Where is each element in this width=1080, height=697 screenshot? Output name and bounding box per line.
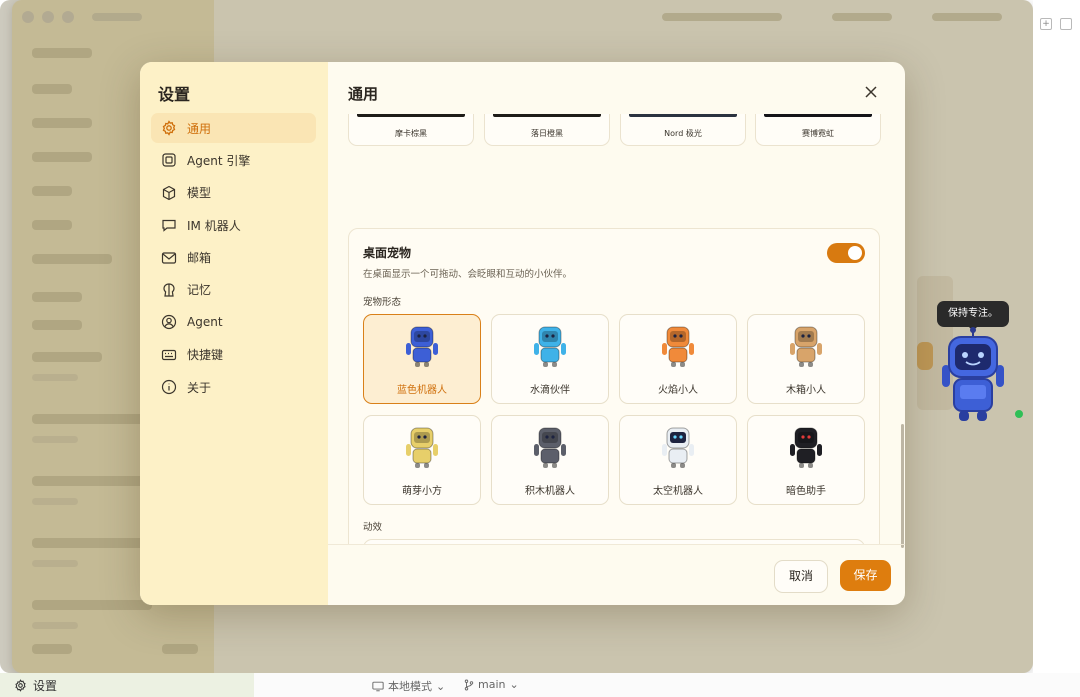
- chip-icon: [162, 153, 176, 167]
- nav-item-general[interactable]: 通用: [151, 113, 316, 143]
- theme-label: 摩卡棕黑: [395, 129, 427, 138]
- pet-option-label: 木箱小人: [786, 385, 826, 396]
- close-icon: [865, 86, 877, 98]
- nav-item-shortcuts[interactable]: 快捷键: [151, 340, 316, 370]
- nav-label: Agent: [187, 315, 223, 330]
- theme-label: 赛博霓虹: [802, 129, 834, 138]
- gear-icon: [162, 120, 176, 136]
- pet-avatar-icon: [406, 326, 438, 367]
- nav-item-agent[interactable]: Agent: [151, 307, 316, 337]
- nav-label: 通用: [187, 121, 212, 136]
- nav-label: IM 机器人: [187, 218, 241, 233]
- pet-option-card[interactable]: 积木机器人: [491, 415, 609, 505]
- floating-robot-pet[interactable]: [935, 327, 1011, 427]
- chevron-down-icon: ⌄: [509, 678, 519, 691]
- nav-label: 模型: [187, 186, 212, 201]
- nav-item-about[interactable]: 关于: [151, 372, 316, 402]
- theme-label: 落日橙黑: [531, 129, 563, 138]
- pet-option-card[interactable]: 水滴伙伴: [491, 314, 609, 404]
- nav-item-memory[interactable]: 记忆: [151, 275, 316, 305]
- pet-option-label: 蓝色机器人: [397, 385, 447, 396]
- animation-label: 动效: [363, 522, 383, 533]
- nav-label: 邮箱: [187, 251, 212, 266]
- pet-option-card[interactable]: 火焰小人: [619, 314, 737, 404]
- scrollbar[interactable]: [901, 424, 904, 548]
- desktop-pet-toggle[interactable]: [827, 243, 865, 263]
- chat-bubble-icon: [162, 220, 176, 232]
- nav-label: 快捷键: [187, 348, 224, 363]
- pet-avatar-icon: [662, 427, 694, 468]
- user-icon: [161, 315, 177, 330]
- save-button[interactable]: 保存: [840, 560, 891, 591]
- statusbar-settings-label: 设置: [33, 679, 58, 693]
- pet-option-label: 萌芽小方: [402, 486, 442, 497]
- pet-option-label: 太空机器人: [653, 486, 703, 497]
- nav-item-model[interactable]: 模型: [151, 178, 316, 208]
- pet-avatar-icon: [790, 326, 822, 367]
- brain-icon: [163, 283, 175, 297]
- theme-card[interactable]: Nord 极光: [620, 114, 746, 146]
- pet-option-label: 暗色助手: [786, 486, 826, 497]
- pet-avatar-icon: [406, 427, 438, 468]
- pet-option-label: 火焰小人: [658, 385, 698, 396]
- pet-avatar-icon: [790, 427, 822, 468]
- keyboard-icon: [161, 349, 177, 360]
- statusbar-settings[interactable]: 设置: [14, 677, 57, 694]
- theme-card[interactable]: 赛博霓虹: [755, 114, 881, 146]
- chevron-down-icon: ⌄: [436, 679, 446, 693]
- add-pane-icon[interactable]: +: [1040, 18, 1052, 30]
- pet-option-card[interactable]: 暗色助手: [747, 415, 865, 505]
- close-button[interactable]: [862, 83, 880, 101]
- section-description: 在桌面显示一个可拖动、会眨眼和互动的小伙伴。: [363, 269, 573, 280]
- cancel-button[interactable]: 取消: [774, 560, 828, 593]
- monitor-icon: [372, 681, 384, 691]
- pet-option-card[interactable]: 木箱小人: [747, 314, 865, 404]
- section-title: 桌面宠物: [363, 246, 412, 260]
- dialog-footer: 取消 保存: [328, 544, 905, 605]
- mode-selector[interactable]: 本地模式 ⌄: [372, 678, 445, 694]
- right-edge-panel: +: [1033, 0, 1080, 697]
- nav-label: 记忆: [187, 283, 212, 298]
- settings-content: 通用 摩卡棕黑 落日橙黑 Nord 极光 赛博霓虹 桌面宠物 在桌面显示一个可拖…: [328, 62, 905, 605]
- online-status-dot: [1015, 410, 1023, 418]
- split-pane-icon[interactable]: [1060, 18, 1072, 30]
- pet-option-card[interactable]: 蓝色机器人: [363, 314, 481, 404]
- mail-icon: [161, 251, 177, 264]
- settings-scroll-area[interactable]: 摩卡棕黑 落日橙黑 Nord 极光 赛博霓虹 桌面宠物 在桌面显示一个可拖动、会…: [328, 114, 905, 544]
- gear-icon: [15, 679, 26, 692]
- mode-label: 本地模式: [388, 680, 432, 693]
- nav-item-im-bot[interactable]: IM 机器人: [151, 210, 316, 240]
- pet-avatar-icon: [534, 326, 566, 367]
- theme-card[interactable]: 摩卡棕黑: [348, 114, 474, 146]
- pet-option-card[interactable]: 太空机器人: [619, 415, 737, 505]
- git-branch-icon: [464, 679, 474, 690]
- settings-sidebar: 设置 通用 Agent 引擎 模型 IM 机器人 邮箱 记忆 Agent 快捷键…: [140, 62, 328, 605]
- info-icon: [161, 380, 177, 395]
- nav-item-mail[interactable]: 邮箱: [151, 243, 316, 273]
- theme-card[interactable]: 落日橙黑: [484, 114, 610, 146]
- settings-nav: 通用 Agent 引擎 模型 IM 机器人 邮箱 记忆 Agent 快捷键 关于: [151, 113, 316, 405]
- theme-label: Nord 极光: [664, 129, 702, 138]
- pet-avatar-icon: [534, 427, 566, 468]
- branch-label: main: [478, 678, 506, 691]
- settings-dialog: 设置 通用 Agent 引擎 模型 IM 机器人 邮箱 记忆 Agent 快捷键…: [140, 62, 905, 605]
- bottom-status-bar: 设置 本地模式 ⌄ main ⌄: [0, 673, 1080, 697]
- nav-item-agent-engine[interactable]: Agent 引擎: [151, 145, 316, 175]
- content-title: 通用: [348, 85, 379, 103]
- pet-speech-bubble: 保持专注。: [937, 301, 1009, 327]
- nav-label: 关于: [187, 380, 212, 395]
- branch-selector[interactable]: main ⌄: [464, 678, 519, 691]
- pet-form-label: 宠物形态: [363, 297, 402, 308]
- nav-label: Agent 引擎: [187, 153, 251, 168]
- pet-option-card[interactable]: 萌芽小方: [363, 415, 481, 505]
- pet-option-label: 积木机器人: [525, 486, 575, 497]
- cube-icon: [162, 185, 176, 200]
- pet-avatar-icon: [662, 326, 694, 367]
- desktop-pet-section: 桌面宠物 在桌面显示一个可拖动、会眨眼和互动的小伙伴。 宠物形态 动效 安静 活…: [348, 228, 880, 544]
- settings-title: 设置: [158, 85, 191, 104]
- pet-option-label: 水滴伙伴: [530, 385, 570, 396]
